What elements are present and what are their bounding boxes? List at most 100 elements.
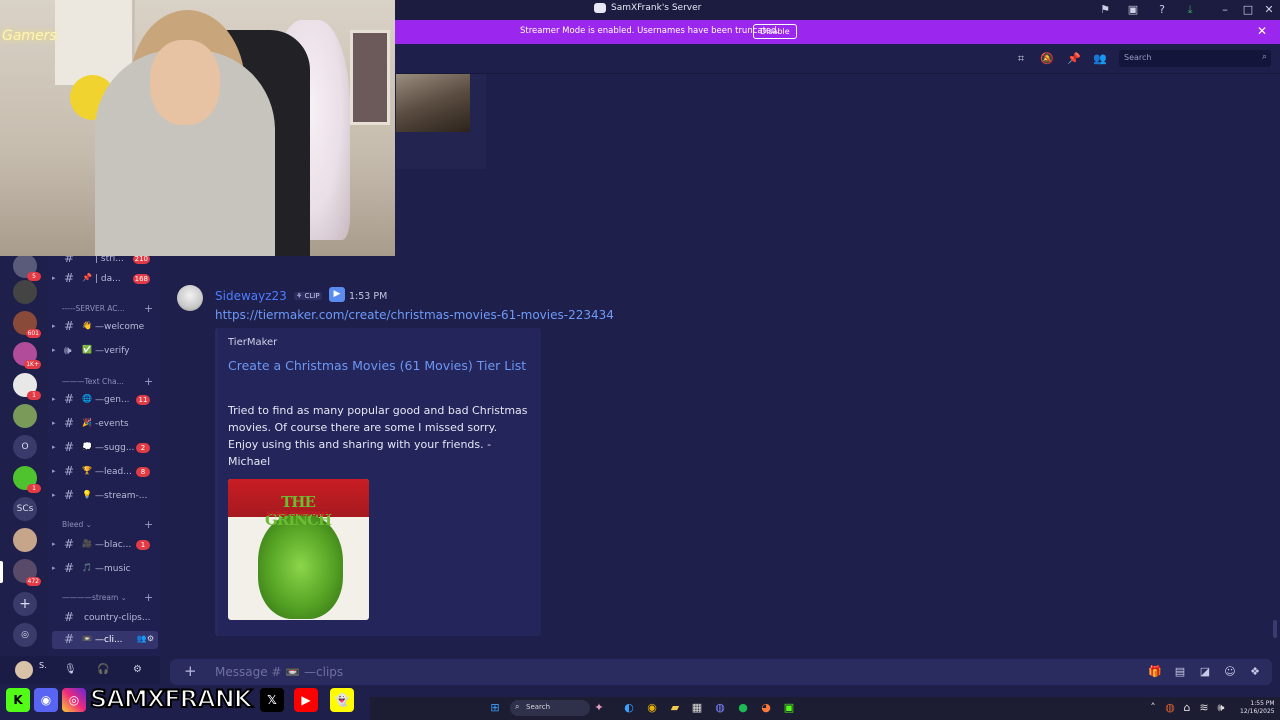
windows-start-icon[interactable]: ⊞	[488, 701, 502, 715]
pinned-messages-icon[interactable]: 📌	[1067, 52, 1081, 66]
category-bleed[interactable]: Bleed ⌄ +	[62, 518, 153, 531]
mute-notifications-icon[interactable]: 🔕	[1040, 52, 1054, 66]
network-icon[interactable]: ⌂	[1180, 701, 1194, 715]
discord-taskbar-icon[interactable]: ◍	[713, 701, 727, 715]
maximize-icon[interactable]: □	[1241, 3, 1255, 17]
chat-scrollbar[interactable]	[1273, 620, 1277, 638]
tray-app-icon[interactable]: ◍	[1163, 701, 1177, 715]
channel-item[interactable]: ▸ # 💭 —sugg... 2	[52, 439, 158, 457]
add-channel-icon[interactable]: +	[144, 518, 153, 531]
threads-icon[interactable]: ⌗	[1014, 52, 1028, 66]
settings-gear-icon[interactable]: 👥⚙	[137, 634, 154, 643]
channel-emoji: 🎵	[82, 563, 92, 572]
server-icon[interactable]: 1	[13, 466, 41, 493]
server-icon[interactable]: 5	[13, 254, 41, 281]
volume-icon[interactable]: 🕪	[1214, 701, 1228, 715]
channel-name: —blac...	[95, 540, 132, 550]
add-channel-icon[interactable]: +	[144, 591, 153, 604]
category-stream[interactable]: ————stream ⌄ +	[62, 591, 153, 604]
server-icon[interactable]: SCs	[13, 497, 37, 521]
embed-title[interactable]: Create a Christmas Movies (61 Movies) Ti…	[228, 356, 528, 376]
channel-item[interactable]: ▸ # 🎵 —music	[52, 560, 158, 578]
minimize-icon[interactable]: –	[1218, 3, 1232, 17]
screen-share-icon[interactable]: ▣	[1126, 3, 1140, 17]
channel-item[interactable]: ▸ # 👋 —welcome	[52, 318, 158, 336]
chevron-right-icon: ▸	[52, 491, 56, 499]
channel-item[interactable]: ▸ # 🎥 —blac... 1	[52, 536, 158, 554]
banner-message: Streamer Mode is enabled. Usernames have…	[520, 26, 780, 36]
sticker-icon[interactable]: ◪	[1198, 665, 1212, 679]
obs-icon[interactable]: ▣	[782, 701, 796, 715]
channel-item[interactable]: ▸ # 💡 —stream-...	[52, 487, 158, 505]
store-icon[interactable]: ▦	[690, 701, 704, 715]
user-avatar[interactable]	[15, 661, 33, 679]
user-name: S.	[39, 661, 47, 670]
file-explorer-icon[interactable]: ▰	[668, 701, 682, 715]
add-channel-icon[interactable]: +	[144, 302, 153, 315]
channel-item[interactable]: ▸ # 🎉 -events	[52, 415, 158, 433]
channel-item[interactable]: ▸ # 📌 | da... 168	[52, 270, 158, 288]
server-icon[interactable]	[13, 528, 37, 552]
emoji-icon[interactable]: ☺	[1223, 665, 1237, 679]
tray-chevron-icon[interactable]: ˄	[1146, 701, 1160, 715]
headphones-icon[interactable]: 🎧	[97, 664, 109, 675]
message-username[interactable]: Sidewayz23	[215, 289, 287, 303]
avatar[interactable]	[177, 285, 203, 311]
previous-image-attachment[interactable]	[396, 74, 486, 169]
channel-emoji: 💡	[82, 490, 92, 499]
channel-item[interactable]: ▸ 🕪 ✅ —verify	[52, 342, 158, 360]
add-server-button[interactable]: +	[13, 592, 37, 616]
server-icon[interactable]	[13, 404, 37, 428]
channel-item[interactable]: ▸ # 🏆 —lead... 8	[52, 463, 158, 481]
category-server-access[interactable]: -----SERVER AC... +	[62, 302, 153, 315]
clock-time: 1:55 PM	[1250, 700, 1275, 707]
server-list: 5 601 1K+ 1 O 1 SCs 472 + ◎	[0, 254, 48, 656]
category-text-channels[interactable]: ———Text Cha... +	[62, 375, 153, 388]
server-icon[interactable]: O	[13, 435, 37, 459]
edge-icon[interactable]: ◐	[622, 701, 636, 715]
system-clock[interactable]: 1:55 PM 12/16/2025	[1240, 700, 1275, 716]
discover-button[interactable]: ◎	[13, 623, 37, 647]
add-channel-icon[interactable]: +	[144, 375, 153, 388]
taskbar-search[interactable]: ⌕ Search	[510, 700, 590, 716]
help-icon[interactable]: ?	[1155, 3, 1169, 17]
streamer-handle: SAMXFRANK	[89, 684, 253, 714]
gif-icon[interactable]: ▤	[1173, 665, 1187, 679]
server-icon[interactable]: 1	[13, 373, 41, 400]
inbox-flag-icon[interactable]: ⚑	[1098, 3, 1112, 17]
apps-icon[interactable]: ❖	[1248, 665, 1262, 679]
hash-icon: #	[64, 319, 75, 333]
channel-item-active[interactable]: # 📼 —cli... 👥⚙	[52, 631, 158, 649]
message-link[interactable]: https://tiermaker.com/create/christmas-m…	[215, 308, 614, 322]
chrome-icon[interactable]: ◉	[645, 701, 659, 715]
social-overlay: K ◉ ◎ SAMXFRANK 𝕏 ▶ 👻	[0, 682, 370, 718]
embed-provider[interactable]: TierMaker	[228, 337, 277, 348]
channel-item[interactable]: ▸ # 🌐 —gen... 11	[52, 391, 158, 409]
microphone-icon[interactable]: 🎙	[64, 664, 77, 675]
gift-icon[interactable]: 🎁	[1148, 665, 1162, 679]
browser-icon[interactable]: ◕	[759, 701, 773, 715]
channel-item[interactable]: # country-clips...	[52, 609, 158, 627]
chevron-right-icon: ▸	[52, 395, 56, 403]
server-icon[interactable]	[13, 280, 37, 304]
server-icon[interactable]: 601	[13, 311, 41, 338]
channel-name: —sugg...	[95, 443, 135, 453]
close-banner-icon[interactable]: ✕	[1257, 24, 1267, 38]
embed-image[interactable]: THE GRINCH STOLE CHRISTMAS	[228, 479, 369, 620]
close-window-icon[interactable]: ✕	[1262, 3, 1276, 17]
user-settings-icon[interactable]: ⚙	[133, 664, 142, 675]
window-title: SamXFrank's Server	[594, 3, 701, 13]
member-list-icon[interactable]: 👥	[1093, 52, 1107, 66]
search-input[interactable]: Search ⌕	[1119, 50, 1271, 67]
channel-name: —lead...	[95, 467, 132, 477]
attach-plus-icon[interactable]: +	[184, 662, 197, 680]
widgets-icon[interactable]: ✦	[592, 701, 606, 715]
server-icon[interactable]: 1K+	[13, 342, 41, 369]
disable-button[interactable]: Disable	[753, 24, 797, 39]
wifi-icon[interactable]: ≋	[1197, 701, 1211, 715]
spotify-icon[interactable]: ●	[736, 701, 750, 715]
channel-name: country-clips...	[84, 613, 151, 623]
download-icon[interactable]: ⤓	[1183, 3, 1197, 17]
hash-icon: #	[64, 610, 75, 624]
server-icon[interactable]: 472	[13, 559, 41, 586]
